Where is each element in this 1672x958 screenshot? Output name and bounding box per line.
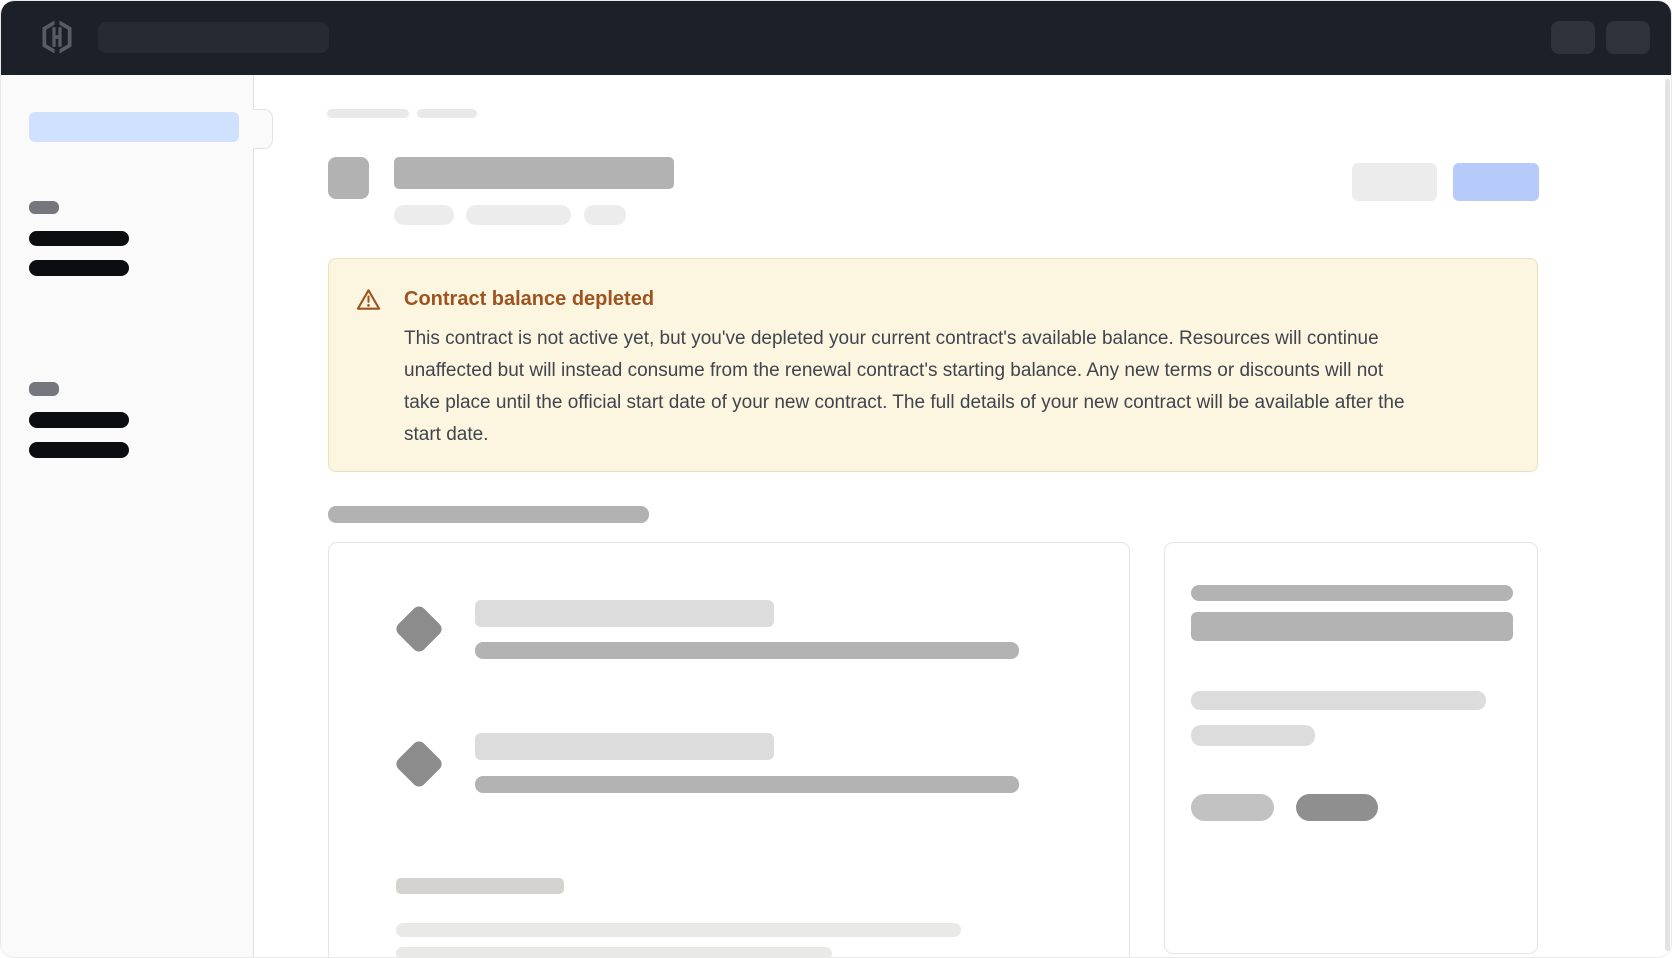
card-footer-line-skeleton bbox=[396, 947, 832, 958]
sidebar-group-label bbox=[29, 201, 59, 214]
sidebar-item[interactable] bbox=[29, 412, 129, 428]
breadcrumb-skeleton bbox=[327, 109, 409, 118]
tag-skeleton bbox=[394, 205, 454, 225]
summary-line-skeleton bbox=[1191, 585, 1513, 601]
summary-line-skeleton bbox=[1191, 691, 1486, 710]
diamond-icon bbox=[394, 604, 445, 655]
sidebar-active-item[interactable] bbox=[29, 112, 239, 142]
alert-header: Contract balance depleted bbox=[356, 285, 1497, 313]
navbar-account-button[interactable] bbox=[1606, 21, 1650, 54]
tag-skeleton bbox=[466, 205, 571, 225]
summary-line-skeleton bbox=[1191, 725, 1315, 746]
global-search-input[interactable] bbox=[98, 22, 329, 53]
page-title-skeleton bbox=[394, 157, 674, 189]
contract-warning-alert: Contract balance depleted This contract … bbox=[328, 258, 1538, 472]
contract-list-card bbox=[328, 542, 1130, 958]
card-footer-label-skeleton bbox=[396, 878, 564, 894]
sidebar-collapse-handle[interactable] bbox=[253, 109, 273, 149]
list-item-title-skeleton bbox=[475, 733, 774, 760]
section-heading-skeleton bbox=[328, 506, 649, 523]
alert-triangle-icon bbox=[356, 288, 381, 311]
tag-skeleton bbox=[584, 205, 626, 225]
diamond-icon bbox=[394, 739, 445, 790]
alert-title: Contract balance depleted bbox=[404, 285, 654, 313]
navbar-help-button[interactable] bbox=[1551, 21, 1595, 54]
summary-secondary-button-skeleton[interactable] bbox=[1191, 794, 1274, 821]
list-item-line-skeleton bbox=[475, 776, 1019, 793]
card-footer-line-skeleton bbox=[396, 923, 961, 937]
top-navbar bbox=[1, 1, 1672, 75]
sidebar-group-label bbox=[29, 382, 59, 396]
page-icon-skeleton bbox=[328, 157, 369, 199]
list-item-title-skeleton bbox=[475, 600, 774, 627]
sidebar-item[interactable] bbox=[29, 231, 129, 246]
summary-line-skeleton bbox=[1191, 612, 1513, 641]
hashicorp-logo-icon bbox=[39, 19, 75, 55]
primary-button-skeleton[interactable] bbox=[1453, 163, 1539, 201]
sidebar bbox=[1, 75, 254, 958]
list-item-line-skeleton bbox=[475, 642, 1019, 659]
sidebar-item[interactable] bbox=[29, 442, 129, 458]
summary-primary-button-skeleton[interactable] bbox=[1296, 794, 1378, 821]
main-content: Contract balance depleted This contract … bbox=[254, 75, 1672, 958]
breadcrumb-skeleton bbox=[417, 109, 477, 118]
secondary-button-skeleton[interactable] bbox=[1352, 163, 1437, 201]
summary-card bbox=[1164, 542, 1538, 954]
sidebar-item[interactable] bbox=[29, 260, 129, 276]
alert-body: This contract is not active yet, but you… bbox=[404, 323, 1409, 451]
scrollbar[interactable] bbox=[1665, 79, 1670, 951]
app-window: Contract balance depleted This contract … bbox=[0, 0, 1672, 958]
